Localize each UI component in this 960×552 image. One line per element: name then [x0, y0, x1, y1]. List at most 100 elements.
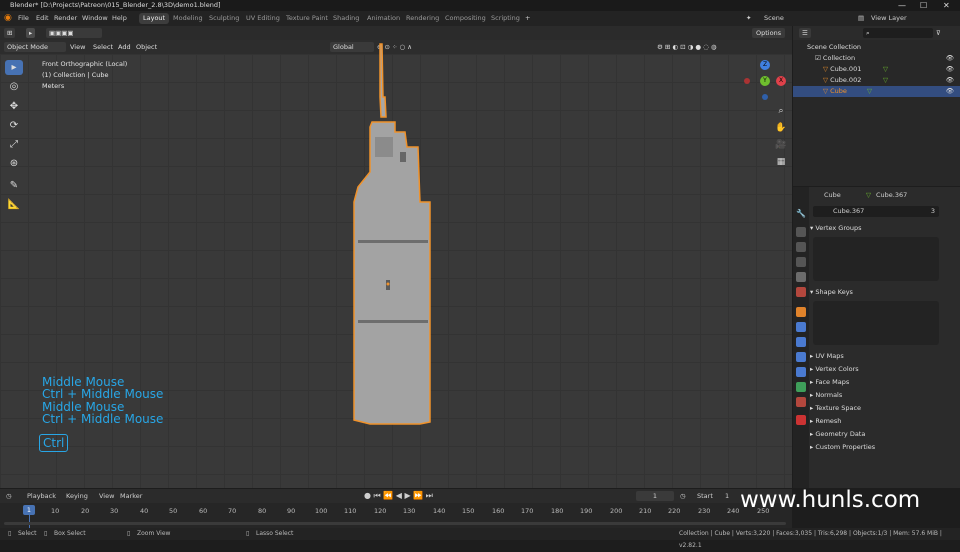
- material-tab-icon[interactable]: [796, 397, 806, 407]
- panel-custom-properties[interactable]: ▸ Custom Properties: [810, 441, 960, 453]
- outliner-type-icon[interactable]: ☰: [799, 28, 811, 38]
- visibility-eye-icon[interactable]: 👁: [946, 53, 954, 64]
- menu-edit[interactable]: Edit: [36, 11, 49, 26]
- rotate-tool-icon[interactable]: ⟳: [5, 118, 23, 133]
- render-tab-icon[interactable]: [796, 227, 806, 237]
- 3d-viewport[interactable]: ▸ ◎ ✥ ⟳ ⤢ ⊛ ✎ 📐 Front Orthographic (Loca…: [0, 43, 792, 488]
- particles-tab-icon[interactable]: [796, 337, 806, 347]
- filter-icon[interactable]: ⊽: [933, 28, 944, 38]
- output-tab-icon[interactable]: [796, 242, 806, 252]
- modifiers-tab-icon[interactable]: [796, 322, 806, 332]
- gizmo-neg-x[interactable]: [744, 78, 750, 84]
- outliner-item-cube[interactable]: ▽ Cube ▽ 👁: [793, 86, 960, 97]
- panel-vertex-colors[interactable]: ▸ Vertex Colors: [810, 363, 960, 375]
- outliner-search-input[interactable]: ⌕: [863, 28, 933, 38]
- current-frame-field[interactable]: 1: [636, 491, 674, 501]
- editor-type-icon[interactable]: ⊞: [4, 28, 16, 38]
- gizmo-x-axis[interactable]: X: [776, 76, 786, 86]
- physics-tab-icon[interactable]: [796, 352, 806, 362]
- panel-vertex-groups[interactable]: ▾ Vertex Groups: [810, 222, 960, 234]
- view-layer-selector[interactable]: View Layer: [871, 11, 907, 26]
- panel-remesh[interactable]: ▸ Remesh: [810, 415, 960, 427]
- tab-compositing[interactable]: Compositing: [441, 13, 490, 24]
- menu-file[interactable]: File: [18, 11, 29, 26]
- panel-texture-space[interactable]: ▸ Texture Space: [810, 402, 960, 414]
- menu-select[interactable]: Select: [90, 42, 116, 52]
- tab-animation[interactable]: Animation: [363, 13, 404, 24]
- select-mode-icons[interactable]: ▣▣▣▣: [46, 28, 102, 38]
- outliner-item-cube-001[interactable]: ▽ Cube.001 ▽ 👁: [793, 64, 960, 75]
- panel-geometry-data[interactable]: ▸ Geometry Data: [810, 428, 960, 440]
- menu-view[interactable]: View: [67, 42, 88, 52]
- gizmo-z-axis[interactable]: Z: [760, 60, 770, 70]
- transform-tool-icon[interactable]: ⊛: [5, 156, 23, 171]
- building-model[interactable]: [340, 42, 440, 434]
- add-workspace-button[interactable]: +: [525, 11, 530, 26]
- vertex-groups-list[interactable]: [813, 237, 939, 281]
- timeline-editor-icon[interactable]: ◷: [6, 489, 12, 503]
- measure-tool-icon[interactable]: 📐: [5, 197, 23, 212]
- visibility-eye-icon[interactable]: 👁: [946, 75, 954, 86]
- menu-window[interactable]: Window: [82, 11, 108, 26]
- tab-rendering[interactable]: Rendering: [402, 13, 443, 24]
- shape-keys-list[interactable]: [813, 301, 939, 345]
- scene-tab-icon[interactable]: [796, 272, 806, 282]
- scene-selector[interactable]: Scene: [764, 11, 784, 26]
- menu-playback[interactable]: Playback: [27, 489, 56, 503]
- menu-object[interactable]: Object: [133, 42, 160, 52]
- gizmo-y-axis[interactable]: Y: [760, 76, 770, 86]
- menu-help[interactable]: Help: [112, 11, 127, 26]
- panel-face-maps[interactable]: ▸ Face Maps: [810, 376, 960, 388]
- tab-layout[interactable]: Layout: [139, 13, 170, 24]
- outliner-scene-collection[interactable]: Scene Collection: [793, 42, 960, 53]
- start-frame-value[interactable]: 1: [725, 489, 729, 503]
- object-mode-select[interactable]: Object Mode: [4, 42, 66, 52]
- tool-tab-icon[interactable]: 🔧: [796, 209, 806, 219]
- frame-cursor[interactable]: 1: [23, 505, 35, 515]
- menu-marker[interactable]: Marker: [120, 489, 142, 503]
- tab-scripting[interactable]: Scripting: [487, 13, 524, 24]
- visibility-eye-icon[interactable]: 👁: [946, 64, 954, 75]
- close-button[interactable]: ✕: [943, 0, 950, 11]
- pan-view-icon[interactable]: ✋: [775, 122, 787, 134]
- panel-shape-keys[interactable]: ▾ Shape Keys: [810, 286, 960, 298]
- tab-uv-editing[interactable]: UV Editing: [242, 13, 284, 24]
- annotate-tool-icon[interactable]: ✎: [5, 178, 23, 193]
- timeline-track[interactable]: 1 10 20 30 40 50 60 70 80 90 100 110 120…: [0, 503, 792, 528]
- move-tool-icon[interactable]: ✥: [5, 99, 23, 114]
- outliner-item-cube-002[interactable]: ▽ Cube.002 ▽ 👁: [793, 75, 960, 86]
- menu-add[interactable]: Add: [115, 42, 134, 52]
- visibility-eye-icon[interactable]: 👁: [946, 86, 954, 97]
- playback-controls-icons[interactable]: ● ⏮ ⏪ ◀ ▶ ⏩ ⏭: [364, 489, 433, 503]
- menu-keying[interactable]: Keying: [66, 489, 88, 503]
- scale-tool-icon[interactable]: ⤢: [5, 137, 23, 152]
- panel-uv-maps[interactable]: ▸ UV Maps: [810, 350, 960, 362]
- tab-sculpting[interactable]: Sculpting: [205, 13, 243, 24]
- object-tab-icon[interactable]: [796, 307, 806, 317]
- menu-render[interactable]: Render: [54, 11, 77, 26]
- texture-tab-icon[interactable]: [796, 415, 806, 425]
- tab-texture-paint[interactable]: Texture Paint: [282, 13, 332, 24]
- menu-timeline-view[interactable]: View: [99, 489, 114, 503]
- ortho-toggle-icon[interactable]: ▦: [775, 156, 787, 168]
- constraints-tab-icon[interactable]: [796, 367, 806, 377]
- tab-modeling[interactable]: Modeling: [169, 13, 207, 24]
- options-button[interactable]: Options: [752, 28, 786, 38]
- shading-icons[interactable]: ⚙ ⊞ ◐ ⊡ ◑ ● ◌ ◍: [654, 42, 790, 52]
- camera-view-icon[interactable]: 🎥: [775, 139, 787, 151]
- zoom-view-icon[interactable]: ⌕: [775, 105, 787, 117]
- gizmo-neg-z[interactable]: [762, 94, 768, 100]
- panel-normals[interactable]: ▸ Normals: [810, 389, 960, 401]
- mesh-name-field[interactable]: Cube.367 3: [813, 206, 939, 217]
- timeline-scrollbar[interactable]: [4, 522, 786, 525]
- world-tab-icon[interactable]: [796, 287, 806, 297]
- blender-logo-icon[interactable]: ◉: [4, 11, 12, 26]
- maximize-button[interactable]: ☐: [920, 0, 927, 11]
- cursor-tool-icon[interactable]: ◎: [5, 79, 23, 94]
- data-tab-icon[interactable]: [796, 382, 806, 392]
- minimize-button[interactable]: —: [898, 0, 906, 11]
- select-tool-icon[interactable]: ▸: [26, 28, 36, 38]
- tab-shading[interactable]: Shading: [329, 13, 363, 24]
- view-layer-tab-icon[interactable]: [796, 257, 806, 267]
- outliner-collection[interactable]: ☑ Collection 👁: [793, 53, 960, 64]
